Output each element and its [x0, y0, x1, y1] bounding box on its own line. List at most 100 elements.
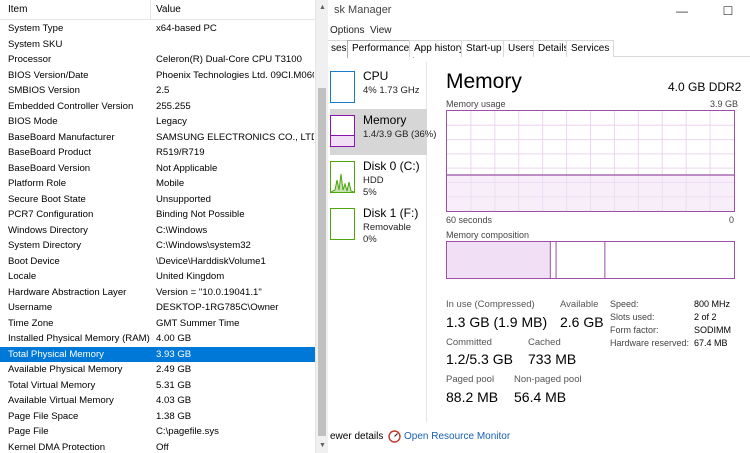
menu-options[interactable]: Options	[330, 25, 364, 36]
table-row[interactable]: Platform Role Mobile	[0, 176, 315, 192]
row-item: Installed Physical Memory (RAM)	[8, 333, 150, 344]
table-row[interactable]: Secure Boot State Unsupported	[0, 192, 315, 208]
scrollbar-thumb[interactable]	[318, 88, 326, 436]
row-value: 1.38 GB	[156, 410, 192, 422]
disk-type: Removable	[363, 222, 412, 233]
table-row[interactable]: Installed Physical Memory (RAM) 4.00 GB	[0, 331, 315, 347]
row-item: BaseBoard Version	[8, 162, 91, 174]
resource-detail: HDD 5%	[363, 175, 384, 199]
memory-title: Memory	[446, 70, 522, 93]
memory-thumbnail	[330, 115, 355, 147]
table-row[interactable]: Kernel DMA Protection Off	[0, 440, 315, 453]
row-value: 4.03 GB	[156, 395, 192, 406]
table-row[interactable]: Locale United Kingdom	[0, 269, 315, 285]
graph-time-span: 60 seconds	[446, 215, 493, 225]
row-item: System SKU	[8, 38, 63, 50]
table-row[interactable]: BIOS Version/Date Phoenix Technologies Lt…	[0, 68, 315, 84]
non-paged-pool-value: 56.4 MB	[514, 389, 567, 405]
row-value: 4.00 GB	[156, 333, 192, 344]
cached-value: 733 MB	[528, 351, 577, 367]
table-row[interactable]: Page File Space 1.38 GB	[0, 409, 315, 425]
fewer-details-button[interactable]: ewer details	[330, 431, 383, 442]
row-item: BIOS Mode	[8, 116, 58, 127]
system-information-window: Item Value System Type x64-based PC System…	[0, 0, 328, 453]
row-value: 2.49 GB	[156, 364, 192, 375]
in-use-value: 1.3 GB (1.9 MB)	[446, 314, 548, 330]
form-factor-label: Form factor:	[610, 325, 659, 335]
menu-view[interactable]: View	[370, 25, 392, 36]
tab-startup[interactable]: Start-up	[461, 40, 507, 57]
row-value: 2.5	[156, 85, 170, 96]
paged-pool-label: Paged pool	[446, 374, 495, 385]
table-row[interactable]: BaseBoard Manufacturer SAMSUNG ELECTRONIC…	[0, 130, 315, 146]
table-row[interactable]: Total Virtual Memory 5.31 GB	[0, 378, 315, 394]
resource-memory[interactable]: Memory 1.4/3.9 GB (36%)	[330, 109, 436, 155]
table-row[interactable]: Page File C:\pagefile.sys	[0, 424, 315, 440]
scroll-up-arrow-icon[interactable]: ▲	[319, 4, 326, 11]
resource-name: Disk 1 (F:)	[363, 206, 419, 220]
committed-label: Committed	[446, 337, 492, 348]
table-row[interactable]: Processor Celeron(R) Dual-Core CPU T3100	[0, 52, 315, 68]
table-row[interactable]: System Directory C:\Windows\system32	[0, 238, 315, 254]
hardware-reserved-value: 67.4 MB	[694, 338, 728, 348]
row-value: 3.93 GB	[156, 348, 192, 360]
table-row[interactable]: Windows Directory C:\Windows	[0, 223, 315, 239]
row-item: System Type	[8, 23, 64, 34]
resource-disk-0[interactable]: Disk 0 (C:) HDD 5%	[330, 155, 427, 201]
speed-value: 800 MHz	[694, 299, 731, 309]
row-item: Embedded Controller Version	[8, 100, 134, 112]
row-value: Not Applicable	[156, 162, 218, 174]
resource-detail: Removable 0%	[363, 222, 411, 246]
item-column-header[interactable]: Item	[8, 4, 27, 15]
row-item: Page File Space	[8, 410, 79, 422]
row-item: SMBIOS Version	[8, 85, 80, 96]
table-row[interactable]: BIOS Mode Legacy	[0, 114, 315, 130]
slots-used-label: Slots used:	[610, 312, 655, 322]
row-item: Available Physical Memory	[8, 364, 123, 375]
disk-usage: 0%	[363, 234, 377, 245]
hardware-reserved-label: Hardware reserved:	[610, 338, 690, 348]
row-item: Platform Role	[8, 178, 67, 189]
value-column-header[interactable]: Value	[156, 4, 181, 15]
tab-performance[interactable]: Performance	[347, 40, 415, 58]
table-row[interactable]: System Type x64-based PC	[0, 21, 315, 37]
row-value: SAMSUNG ELECTRONICS CO., LTD.	[156, 131, 314, 143]
composition-in-use-segment[interactable]	[447, 242, 551, 278]
column-divider[interactable]	[150, 0, 151, 20]
table-row[interactable]: Embedded Controller Version 255.255	[0, 99, 315, 115]
table-row[interactable]: Hardware Abstraction Layer Version = "10.…	[0, 285, 315, 301]
cpu-thumbnail	[330, 71, 355, 103]
table-row[interactable]: Total Physical Memory 3.93 GB	[0, 346, 315, 362]
table-row[interactable]: PCR7 Configuration Binding Not Possible	[0, 207, 315, 223]
memory-usage-max: 3.9 GB	[710, 99, 739, 109]
memory-thumbnail-fill	[331, 135, 354, 146]
row-value: Mobile	[156, 178, 185, 189]
table-row[interactable]: BaseBoard Version Not Applicable	[0, 161, 315, 177]
row-value: Version = "10.0.19041.1"	[156, 286, 262, 298]
row-item: Locale	[8, 271, 37, 282]
table-row[interactable]: Available Virtual Memory 4.03 GB	[0, 393, 315, 409]
paged-pool-value: 88.2 MB	[446, 389, 499, 405]
table-row[interactable]: Username DESKTOP-1RG785C\Owner	[0, 300, 315, 316]
resource-sidebar: CPU 4% 1.73 GHz Memory 1.4/3.9 GB (36%) …	[330, 62, 436, 422]
tab-services[interactable]: Services	[566, 40, 615, 57]
table-row[interactable]: Available Physical Memory 2.49 GB	[0, 362, 315, 378]
open-resource-monitor-link[interactable]: Open Resource Monitor	[404, 431, 510, 442]
minimize-button[interactable]: —	[667, 2, 697, 20]
table-row[interactable]: SMBIOS Version 2.5	[0, 83, 315, 99]
vertical-scrollbar[interactable]: ▲ ▼	[315, 0, 328, 453]
row-item: Kernel DMA Protection	[8, 441, 106, 453]
row-item: Time Zone	[8, 317, 54, 329]
table-row[interactable]: System SKU	[0, 37, 315, 53]
table-row[interactable]: Time Zone GMT Summer Time	[0, 316, 315, 332]
table-row[interactable]: BaseBoard Product R519/R719	[0, 145, 315, 161]
resource-cpu[interactable]: CPU 4% 1.73 GHz	[330, 65, 427, 111]
scroll-down-arrow-icon[interactable]: ▼	[319, 442, 326, 449]
resource-disk-1[interactable]: Disk 1 (F:) Removable 0%	[330, 202, 427, 248]
table-row[interactable]: Boot Device \Device\HarddiskVolume1	[0, 254, 315, 270]
row-item: Hardware Abstraction Layer	[8, 286, 127, 298]
system-summary-list: System Type x64-based PC System SKU Process…	[0, 21, 315, 453]
row-value: C:\Windows\system32	[156, 240, 251, 251]
form-factor-value: SODIMM	[694, 325, 731, 335]
maximize-button[interactable]: ☐	[713, 2, 743, 20]
